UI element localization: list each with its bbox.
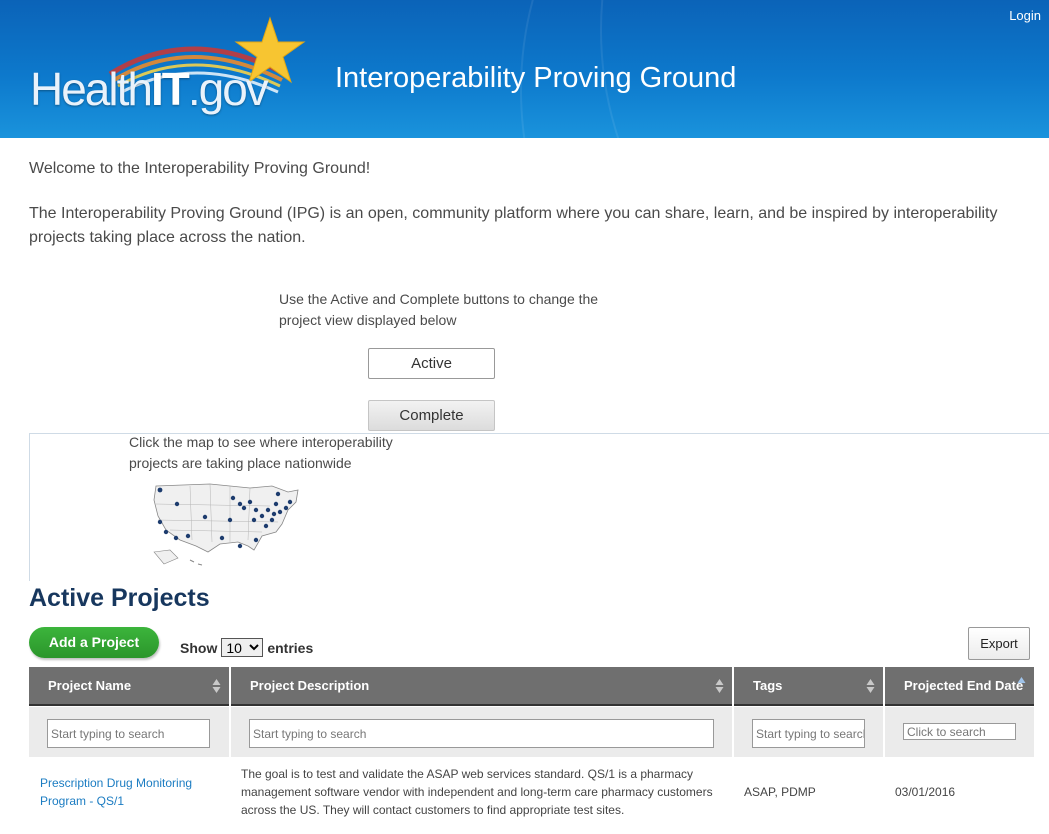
filter-cell-date xyxy=(885,707,1034,757)
tags-search-input[interactable] xyxy=(752,719,865,748)
login-link[interactable]: Login xyxy=(1009,8,1041,23)
project-description-cell: The goal is to test and validate the ASA… xyxy=(241,767,713,817)
filter-cell-name xyxy=(29,707,229,757)
filter-cell-description xyxy=(231,707,732,757)
column-header-label: Tags xyxy=(753,678,783,693)
show-label: Show xyxy=(180,639,218,656)
complete-button[interactable]: Complete xyxy=(368,400,495,431)
end-date-search-input[interactable] xyxy=(903,723,1016,740)
logo-wordmark: HealthIT.gov xyxy=(30,63,269,115)
active-button[interactable]: Active xyxy=(368,348,495,379)
filter-cell-tags xyxy=(734,707,883,757)
column-header-project-description[interactable]: Project Description xyxy=(231,667,732,706)
column-header-projected-end-date[interactable]: Projected End Date xyxy=(885,667,1034,706)
project-description-search-input[interactable] xyxy=(249,719,714,748)
intro-description: The Interoperability Proving Ground (IPG… xyxy=(29,205,998,246)
view-instructions: Use the Active and Complete buttons to c… xyxy=(279,291,599,328)
table-row-name-cell: Prescription Drug Monitoring Program - Q… xyxy=(40,774,220,810)
sort-icon xyxy=(866,679,875,693)
welcome-text: Welcome to the Interoperability Proving … xyxy=(29,160,371,177)
add-project-button[interactable]: Add a Project xyxy=(29,627,159,658)
entries-control: Show 10 entries xyxy=(180,638,313,657)
entries-select[interactable]: 10 xyxy=(221,638,264,657)
section-title: Active Projects xyxy=(29,584,210,612)
site-title: Interoperability Proving Ground xyxy=(335,62,737,94)
sort-icon xyxy=(212,679,221,693)
healthit-logo[interactable]: HealthIT.gov xyxy=(30,14,310,115)
sort-icon xyxy=(715,679,724,693)
sort-ascending-icon xyxy=(1017,677,1026,683)
site-header: HealthIT.gov Interoperability Proving Gr… xyxy=(0,0,1049,138)
project-tags-cell: ASAP, PDMP xyxy=(744,785,816,799)
column-header-label: Project Description xyxy=(250,678,370,693)
project-end-date-cell: 03/01/2016 xyxy=(895,785,956,799)
map-caption: Click the map to see where interoperabil… xyxy=(129,434,393,471)
column-header-project-name[interactable]: Project Name xyxy=(29,667,229,706)
column-header-label: Project Name xyxy=(48,678,132,693)
column-header-tags[interactable]: Tags xyxy=(734,667,883,706)
project-name-search-input[interactable] xyxy=(47,719,210,748)
column-header-label: Projected End Date xyxy=(904,678,1024,693)
us-projects-map[interactable] xyxy=(150,480,302,570)
entries-label: entries xyxy=(267,639,314,656)
export-button[interactable]: Export xyxy=(968,627,1030,660)
project-name-link[interactable]: Prescription Drug Monitoring Program - Q… xyxy=(40,776,192,808)
